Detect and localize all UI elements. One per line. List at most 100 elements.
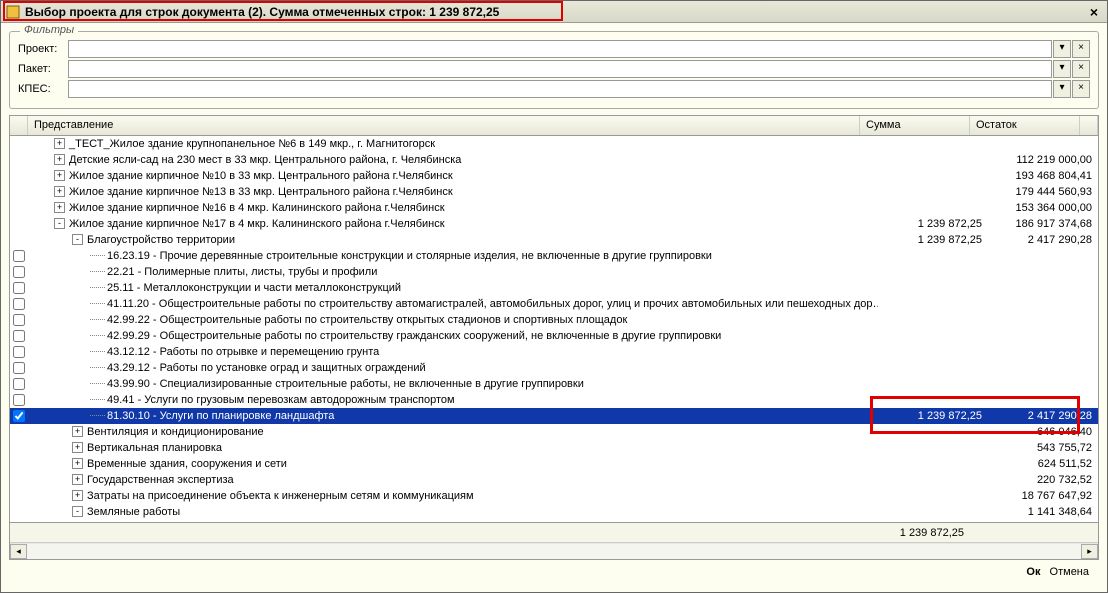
row-name-cell: -Жилое здание кирпичное №17 в 4 мкр. Кал… xyxy=(28,218,878,230)
content-area: Фильтры Проект: ▾ × Пакет: ▾ × КПЕС: ▾ × xyxy=(1,23,1107,592)
row-checkbox-cell xyxy=(10,266,28,278)
expand-icon[interactable]: + xyxy=(54,170,65,181)
row-name-cell: 81.30.10 - Услуги по планировке ландшафт… xyxy=(28,410,878,422)
filter-packet-dropdown-button[interactable]: ▾ xyxy=(1053,60,1071,78)
row-checkbox[interactable] xyxy=(13,282,25,294)
filter-packet-row: Пакет: ▾ × xyxy=(18,60,1090,78)
filters-legend: Фильтры xyxy=(20,24,78,36)
table-row[interactable]: 41.11.20 - Общестроительные работы по ст… xyxy=(10,296,1098,312)
expand-icon[interactable]: + xyxy=(72,490,83,501)
row-checkbox[interactable] xyxy=(13,394,25,406)
expand-icon[interactable]: + xyxy=(54,186,65,197)
collapse-icon[interactable]: - xyxy=(72,506,83,517)
table-row[interactable]: +Жилое здание кирпичное №10 в 33 мкр. Це… xyxy=(10,168,1098,184)
row-checkbox-cell xyxy=(10,362,28,374)
filter-project-row: Проект: ▾ × xyxy=(18,40,1090,58)
table-row[interactable]: 25.11 - Металлоконструкции и части метал… xyxy=(10,280,1098,296)
table-row[interactable]: -Благоустройство территории1 239 872,252… xyxy=(10,232,1098,248)
row-label: Вентиляция и кондиционирование xyxy=(87,426,264,438)
row-name-cell: 16.23.19 - Прочие деревянные строительны… xyxy=(28,250,878,262)
cancel-button[interactable]: Отмена xyxy=(1050,566,1089,578)
row-checkbox-cell xyxy=(10,346,28,358)
table-row[interactable]: +Временные здания, сооружения и сети624 … xyxy=(10,456,1098,472)
row-checkbox[interactable] xyxy=(13,314,25,326)
table-row[interactable]: +Вентиляция и кондиционирование646 046,4… xyxy=(10,424,1098,440)
expand-icon[interactable]: + xyxy=(54,202,65,213)
expand-icon[interactable]: + xyxy=(54,138,65,149)
table-row[interactable]: -Жилое здание кирпичное №17 в 4 мкр. Кал… xyxy=(10,216,1098,232)
filter-kpes-input[interactable] xyxy=(68,80,1052,98)
row-checkbox[interactable] xyxy=(13,362,25,374)
filter-project-dropdown-button[interactable]: ▾ xyxy=(1053,40,1071,58)
row-label: Затраты на присоединение объекта к инжен… xyxy=(87,490,474,502)
filters-fieldset: Фильтры Проект: ▾ × Пакет: ▾ × КПЕС: ▾ × xyxy=(9,31,1099,109)
row-checkbox[interactable] xyxy=(13,410,25,422)
collapse-icon[interactable]: - xyxy=(72,234,83,245)
collapse-icon[interactable]: - xyxy=(54,218,65,229)
row-name-cell: 41.11.20 - Общестроительные работы по ст… xyxy=(28,298,878,310)
horizontal-scrollbar[interactable]: ◂ ▸ xyxy=(10,542,1098,559)
table-row[interactable]: 16.23.19 - Прочие деревянные строительны… xyxy=(10,248,1098,264)
row-label: 16.23.19 - Прочие деревянные строительны… xyxy=(107,250,712,262)
grid-body[interactable]: +_ТЕСТ_Жилое здание крупнопанельное №6 в… xyxy=(10,136,1098,522)
row-checkbox[interactable] xyxy=(13,378,25,390)
filter-kpes-row: КПЕС: ▾ × xyxy=(18,80,1090,98)
filter-packet-clear-button[interactable]: × xyxy=(1072,60,1090,78)
column-header-sum[interactable]: Сумма xyxy=(860,116,970,135)
hscroll-left-button[interactable]: ◂ xyxy=(10,544,27,559)
window-title: Выбор проекта для строк документа (2). С… xyxy=(25,5,499,19)
row-name-cell: + Затраты на присоединение объекта к инже… xyxy=(28,490,878,502)
table-row[interactable]: 22.21 - Полимерные плиты, листы, трубы и… xyxy=(10,264,1098,280)
expand-icon[interactable]: + xyxy=(72,426,83,437)
filter-kpes-dropdown-button[interactable]: ▾ xyxy=(1053,80,1071,98)
table-row[interactable]: 42.99.22 - Общестроительные работы по ст… xyxy=(10,312,1098,328)
row-label: Государственная экспертиза xyxy=(87,474,234,486)
expand-icon[interactable]: + xyxy=(72,442,83,453)
row-checkbox[interactable] xyxy=(13,298,25,310)
table-row[interactable]: 49.41 - Услуги по грузовым перевозкам ав… xyxy=(10,392,1098,408)
table-row[interactable]: +Государственная экспертиза220 732,52 xyxy=(10,472,1098,488)
row-name-cell: 43.99.90 - Специализированные строительн… xyxy=(28,378,878,390)
row-name-cell: 22.21 - Полимерные плиты, листы, трубы и… xyxy=(28,266,878,278)
expand-icon[interactable]: + xyxy=(72,458,83,469)
table-row[interactable]: -Земляные работы1 141 348,64 xyxy=(10,504,1098,520)
row-checkbox[interactable] xyxy=(13,250,25,262)
row-label: 42.99.29 - Общестроительные работы по ст… xyxy=(107,330,721,342)
close-button[interactable]: × xyxy=(1085,4,1103,20)
ok-button[interactable]: Ок xyxy=(1026,566,1040,578)
row-checkbox-cell xyxy=(10,394,28,406)
table-row[interactable]: 43.29.12 - Работы по установке оград и з… xyxy=(10,360,1098,376)
table-row[interactable]: 43.99.90 - Специализированные строительн… xyxy=(10,376,1098,392)
table-row[interactable]: +Вертикальная планировка543 755,72 xyxy=(10,440,1098,456)
column-header-check[interactable] xyxy=(10,116,28,135)
row-label: Детские ясли-сад на 230 мест в 33 мкр. Ц… xyxy=(69,154,461,166)
row-name-cell: +Жилое здание кирпичное №13 в 33 мкр. Це… xyxy=(28,186,878,198)
row-checkbox[interactable] xyxy=(13,330,25,342)
table-row[interactable]: + Затраты на присоединение объекта к инже… xyxy=(10,488,1098,504)
filter-packet-input[interactable] xyxy=(68,60,1052,78)
expand-icon[interactable]: + xyxy=(72,474,83,485)
table-row[interactable]: +_ТЕСТ_Жилое здание крупнопанельное №6 в… xyxy=(10,136,1098,152)
row-checkbox-cell xyxy=(10,410,28,422)
table-row[interactable]: +Жилое здание кирпичное №16 в 4 мкр. Кал… xyxy=(10,200,1098,216)
table-row[interactable]: 42.99.29 - Общестроительные работы по ст… xyxy=(10,328,1098,344)
table-row[interactable]: +Жилое здание кирпичное №13 в 33 мкр. Це… xyxy=(10,184,1098,200)
table-row[interactable]: 81.30.10 - Услуги по планировке ландшафт… xyxy=(10,408,1098,424)
row-checkbox[interactable] xyxy=(13,266,25,278)
row-sum: 1 239 872,25 xyxy=(878,218,988,230)
filter-project-clear-button[interactable]: × xyxy=(1072,40,1090,58)
column-header-remain[interactable]: Остаток xyxy=(970,116,1080,135)
filter-project-input[interactable] xyxy=(68,40,1052,58)
expand-icon[interactable]: + xyxy=(54,154,65,165)
hscroll-right-button[interactable]: ▸ xyxy=(1081,544,1098,559)
filter-project-label: Проект: xyxy=(18,43,68,55)
row-label: 22.21 - Полимерные плиты, листы, трубы и… xyxy=(107,266,377,278)
table-row[interactable]: + Детские ясли-сад на 230 мест в 33 мкр. … xyxy=(10,152,1098,168)
column-header-name[interactable]: Представление xyxy=(28,116,860,135)
row-name-cell: + Государственная экспертиза xyxy=(28,474,878,486)
row-checkbox[interactable] xyxy=(13,346,25,358)
filter-kpes-clear-button[interactable]: × xyxy=(1072,80,1090,98)
table-row[interactable]: 43.12.12 - Работы по отрывке и перемещен… xyxy=(10,344,1098,360)
grid-footer: 1 239 872,25 xyxy=(10,522,1098,542)
hscroll-track[interactable] xyxy=(27,544,1081,559)
